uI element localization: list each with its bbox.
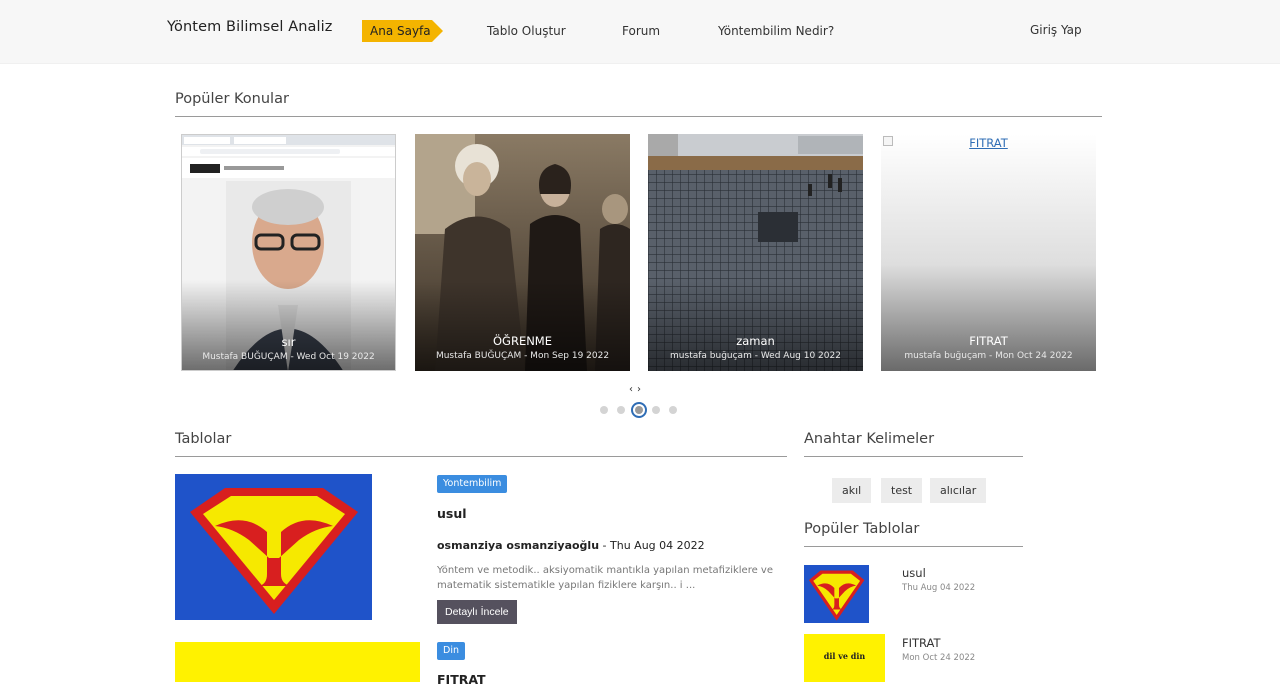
keywords-divider (804, 456, 1023, 457)
popular-table-date: Mon Oct 24 2022 (902, 653, 976, 663)
post-description: Yöntem ve metodik.. aksiyomatik mantıkla… (437, 565, 774, 591)
nav-methodology[interactable]: Yöntembilim Nedir? (718, 24, 834, 38)
topic-card[interactable]: sır Mustafa BUĞUÇAM - Wed Oct 19 2022 (181, 134, 396, 371)
topic-card-title: sır (281, 335, 296, 349)
thumbnail-text: dil ve din (823, 651, 866, 661)
site-brand[interactable]: Yöntem Bilimsel Analiz (167, 19, 332, 35)
popular-table-title[interactable]: FITRAT (902, 636, 941, 650)
popular-tables-divider (804, 546, 1023, 547)
popular-table-title[interactable]: usul (902, 566, 926, 580)
post-title[interactable]: FITRAT (437, 672, 486, 687)
topic-card[interactable]: zaman mustafa buğuçam - Wed Aug 10 2022 (648, 134, 863, 371)
topic-card-meta: mustafa buğuçam - Mon Oct 24 2022 (904, 351, 1073, 361)
carousel-dot[interactable] (617, 406, 625, 414)
topic-card-meta: Mustafa BUĞUÇAM - Wed Oct 19 2022 (202, 352, 375, 362)
popular-tables-title: Popüler Tablolar (804, 521, 920, 537)
carousel-dot[interactable] (600, 406, 608, 414)
popular-table-thumbnail[interactable]: dil ve din (804, 634, 885, 682)
post-thumbnail[interactable] (175, 474, 372, 620)
broken-image-alt[interactable]: FITRAT (881, 136, 1096, 150)
carousel-dot[interactable] (669, 406, 677, 414)
post-thumbnail[interactable] (175, 642, 420, 682)
carousel-arrows: ‹› (629, 384, 645, 395)
topic-card-title: ÖĞRENME (492, 334, 552, 348)
topic-card[interactable]: FITRAT FITRAT mustafa buğuçam - Mon Oct … (881, 134, 1096, 371)
details-button[interactable]: Detaylı İncele (437, 600, 517, 624)
nav-home[interactable]: Ana Sayfa (362, 20, 443, 42)
keywords-title: Anahtar Kelimeler (804, 431, 935, 447)
popular-table-date: Thu Aug 04 2022 (902, 583, 976, 593)
nav-forum[interactable]: Forum (622, 24, 660, 38)
popular-table-thumbnail[interactable] (804, 565, 869, 623)
nav-create-table[interactable]: Tablo Oluştur (487, 24, 566, 38)
keyword-tag[interactable]: test (881, 478, 923, 503)
topic-card-meta: mustafa buğuçam - Wed Aug 10 2022 (670, 351, 841, 361)
carousel-dot[interactable] (652, 406, 660, 414)
carousel-dot-active[interactable] (631, 402, 647, 418)
keyword-tag[interactable]: akıl (832, 478, 872, 503)
post-date: Thu Aug 04 2022 (610, 539, 705, 552)
popular-topics-divider (175, 116, 1102, 117)
carousel-next-button[interactable]: › (637, 384, 645, 395)
keyword-tag[interactable]: alıcılar (930, 478, 987, 503)
tables-title: Tablolar (175, 431, 232, 447)
topic-card[interactable]: ÖĞRENME Mustafa BUĞUÇAM - Mon Sep 19 202… (415, 134, 630, 371)
post-byline: osmanziya osmanziyaoğlu - Thu Aug 04 202… (437, 539, 705, 552)
category-badge[interactable]: Yontembilim (437, 475, 508, 493)
post-title[interactable]: usul (437, 506, 467, 521)
topic-card-meta: Mustafa BUĞUÇAM - Mon Sep 19 2022 (435, 351, 610, 361)
carousel-prev-button[interactable]: ‹ (629, 384, 637, 395)
site-header: Yöntem Bilimsel Analiz Ana Sayfa Tablo O… (0, 0, 1280, 64)
popular-topics-title: Popüler Konular (175, 91, 289, 107)
login-link[interactable]: Giriş Yap (1030, 23, 1082, 37)
tables-divider (175, 456, 787, 457)
category-badge[interactable]: Din (437, 642, 465, 660)
post-author[interactable]: osmanziya osmanziyaoğlu (437, 539, 599, 552)
topic-card-title: FITRAT (969, 334, 1008, 348)
topic-card-title: zaman (736, 334, 775, 348)
